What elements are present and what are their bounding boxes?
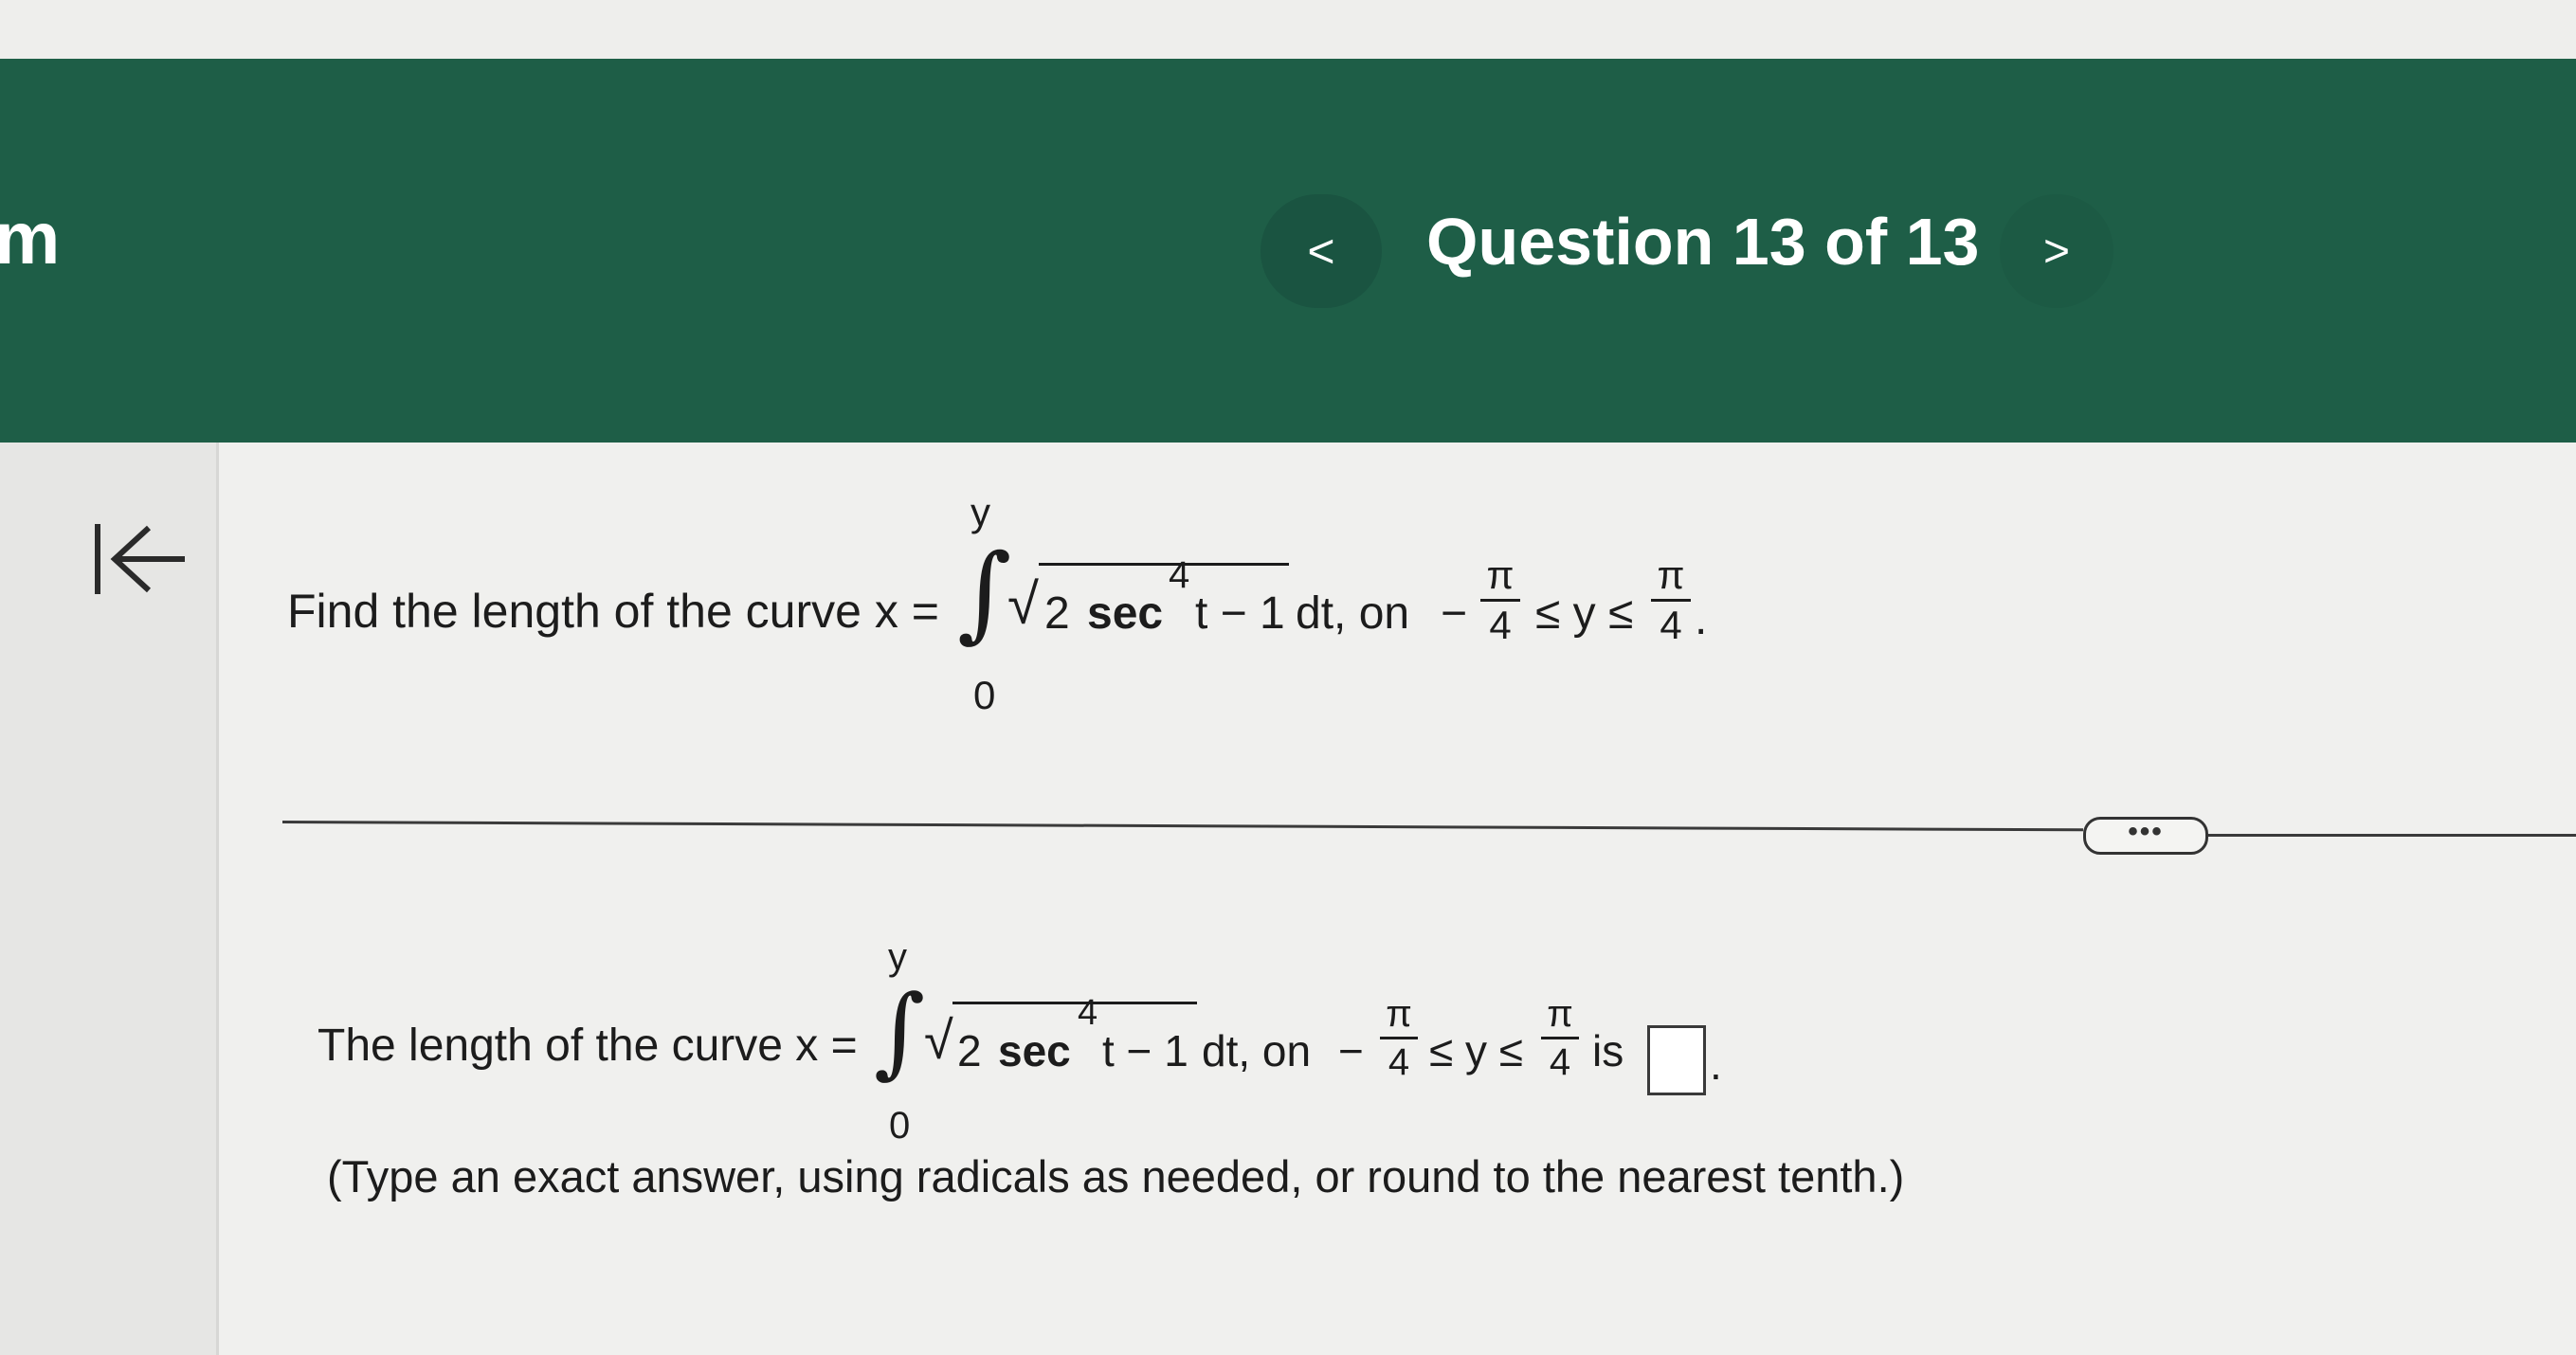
collapse-left-icon[interactable]	[90, 516, 194, 602]
integral-lower-limit: 0	[973, 673, 996, 717]
previous-question-button[interactable]: <	[1261, 194, 1382, 308]
answer-integrand-function: sec	[998, 1026, 1071, 1075]
answer-radical-sign: √	[924, 1010, 953, 1070]
question-content-panel	[216, 443, 2576, 1355]
integral-sign: ∫	[957, 532, 1012, 653]
answer-integrand-rest: t − 1	[1102, 1026, 1188, 1075]
question-title: Question 13 of 13	[1426, 205, 1980, 279]
answer-input[interactable]	[1647, 1025, 1706, 1095]
section-divider-right	[2208, 834, 2576, 837]
integrand-function: sec	[1087, 588, 1164, 639]
answer-integral-sign: ∫	[874, 973, 926, 1089]
answer-inequality-text: ≤ y ≤	[1429, 1026, 1524, 1075]
chevron-right-icon: >	[2042, 226, 2071, 277]
answer-instruction: (Type an exact answer, using radicals as…	[327, 1151, 1905, 1201]
answer-end: .	[1710, 1039, 1722, 1089]
brand-logo: m	[0, 196, 61, 280]
answer-prefix: The length of the curve x =	[317, 1021, 858, 1071]
answer-integral-lower-limit: 0	[889, 1105, 911, 1147]
lower-bound-fraction: π 4	[1480, 555, 1520, 645]
answer-upper-bound-fraction: π 4	[1541, 995, 1579, 1081]
integrand-coefficient: 2	[1044, 588, 1070, 639]
lower-bound-sign: −	[1441, 588, 1468, 639]
top-strip	[0, 0, 2576, 59]
integral-upper-limit: y	[971, 490, 990, 534]
radical-sign: √	[1007, 572, 1039, 636]
answer-integral-upper-limit: y	[888, 936, 907, 978]
integrand-exponent: 4	[1169, 554, 1190, 596]
chevron-left-icon: <	[1307, 225, 1335, 278]
answer-integrand-coefficient: 2	[957, 1026, 982, 1075]
answer-is-label: is	[1592, 1026, 1624, 1075]
answer-dt-on-text: dt, on	[1202, 1026, 1312, 1075]
integrand-rest: t − 1	[1195, 588, 1285, 639]
next-question-button[interactable]: >	[2000, 194, 2113, 308]
question-prefix: Find the length of the curve x =	[287, 585, 939, 638]
more-options-button[interactable]: •••	[2083, 817, 2208, 855]
radical-bar	[1039, 563, 1289, 566]
inequality-text: ≤ y ≤	[1535, 588, 1634, 639]
answer-integrand-exponent: 4	[1078, 993, 1098, 1033]
answer-lower-bound-fraction: π 4	[1380, 995, 1418, 1081]
upper-bound-fraction: π 4	[1651, 555, 1691, 645]
answer-radical-bar	[952, 1002, 1197, 1004]
statement-end: .	[1695, 594, 1708, 644]
dt-on-text: dt, on	[1296, 588, 1410, 639]
answer-lower-bound-sign: −	[1338, 1026, 1364, 1075]
